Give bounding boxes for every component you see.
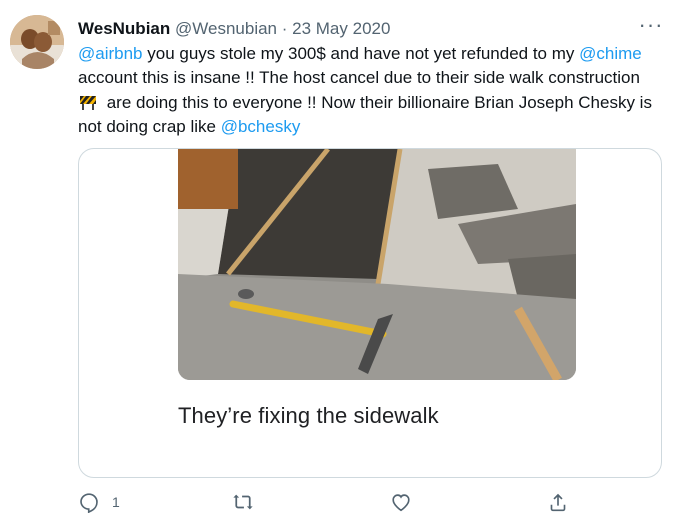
tweet: WesNubian @Wesnubian · 23 May 2020 ··· @… bbox=[0, 0, 680, 531]
construction-sign-icon bbox=[78, 93, 98, 110]
tweet-actions: 1 bbox=[0, 489, 680, 517]
reply-button[interactable]: 1 bbox=[78, 489, 120, 515]
tweet-text: @airbnb you guys stole my 300$ and have … bbox=[78, 42, 668, 140]
tweet-header: WesNubian @Wesnubian · 23 May 2020 bbox=[78, 17, 390, 41]
card-caption: They’re fixing the sidewalk bbox=[178, 403, 439, 428]
tweet-text-part-3: are doing this to everyone !! Now their … bbox=[78, 92, 652, 137]
retweet-button[interactable] bbox=[232, 489, 254, 515]
separator-dot: · bbox=[281, 19, 288, 38]
tweet-text-part-2: account this is insane !! The host cance… bbox=[78, 68, 640, 88]
media-card[interactable]: They’re fixing the sidewalk bbox=[78, 148, 662, 478]
tweet-text-part-1: you guys stole my 300$ and have not yet … bbox=[142, 44, 580, 63]
tweet-date[interactable]: 23 May 2020 bbox=[292, 19, 390, 38]
more-icon: ··· bbox=[638, 12, 664, 37]
display-name[interactable]: WesNubian bbox=[78, 19, 170, 38]
more-options-button[interactable]: ··· bbox=[636, 14, 666, 42]
mention-airbnb[interactable]: @airbnb bbox=[78, 44, 143, 63]
reply-count: 1 bbox=[112, 494, 120, 510]
retweet-icon bbox=[233, 494, 253, 510]
reply-icon bbox=[80, 493, 98, 513]
like-button[interactable] bbox=[390, 489, 412, 515]
user-handle[interactable]: @Wesnubian bbox=[175, 19, 277, 38]
mention-bchesky[interactable]: @bchesky bbox=[221, 117, 301, 136]
avatar[interactable] bbox=[10, 15, 64, 69]
share-button[interactable] bbox=[547, 489, 569, 515]
heart-icon bbox=[392, 494, 410, 512]
mention-chime[interactable]: @chime bbox=[579, 44, 642, 63]
avatar-image bbox=[10, 15, 64, 69]
sidewalk-photo bbox=[178, 149, 576, 380]
sidewalk-image bbox=[178, 149, 576, 380]
share-icon bbox=[550, 493, 566, 512]
